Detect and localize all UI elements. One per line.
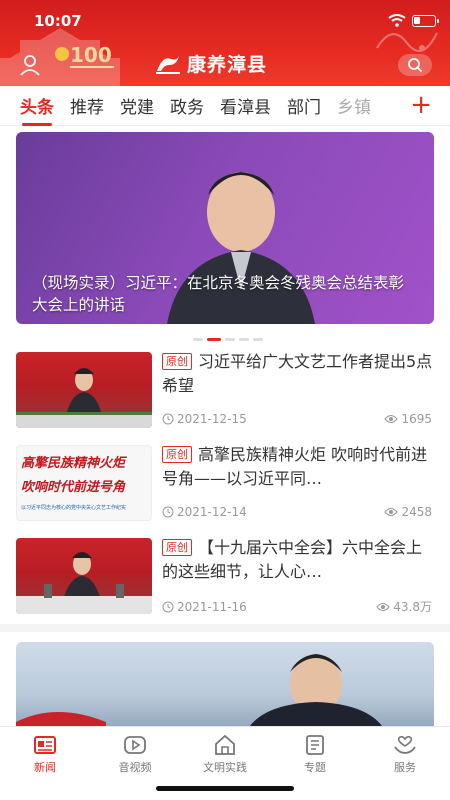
nav-label: 音视频 bbox=[118, 761, 152, 774]
news-date: 2021-12-15 bbox=[177, 412, 247, 426]
brand-logo-icon bbox=[156, 55, 180, 74]
video-banner-photo bbox=[16, 654, 386, 732]
user-icon[interactable] bbox=[18, 53, 42, 77]
news-date: 2021-11-16 bbox=[177, 599, 247, 614]
party-100-logo: 100 bbox=[55, 43, 114, 68]
search-icon bbox=[408, 58, 423, 73]
carousel-dot bbox=[225, 338, 235, 341]
carousel-dot bbox=[239, 338, 249, 341]
video-icon bbox=[124, 736, 146, 754]
news-item[interactable]: 原创 习近平给广大文艺工作者提出5点希望 2021-12-15 1695 bbox=[16, 352, 434, 430]
svg-text:100: 100 bbox=[70, 43, 112, 67]
nav-video[interactable]: 音视频 bbox=[105, 733, 165, 775]
status-time: 10:07 bbox=[34, 12, 82, 30]
headline-banner[interactable]: （现场实录）习近平：在北京冬奥会冬残奥会总结表彰大会上的讲话 bbox=[16, 132, 434, 324]
carousel-dot bbox=[193, 338, 203, 341]
nav-label: 新闻 bbox=[34, 761, 56, 774]
tab-recommend[interactable]: 推荐 bbox=[70, 93, 104, 118]
banner-caption: （现场实录）习近平：在北京冬奥会冬残奥会总结表彰大会上的讲话 bbox=[32, 274, 405, 314]
carousel-dot bbox=[253, 338, 263, 341]
original-badge: 原创 bbox=[162, 446, 192, 463]
news-item[interactable]: 高擎民族精神火炬 吹响时代前进号角 以习近平同志为核心的党中央关心文艺工作纪实 … bbox=[16, 445, 434, 523]
news-title: 习近平给广大文艺工作者提出5点希望 bbox=[162, 352, 433, 395]
service-icon bbox=[394, 735, 416, 754]
tab-department[interactable]: 部门 bbox=[287, 93, 321, 118]
tab-township[interactable]: 乡镇 bbox=[337, 93, 371, 118]
video-banner[interactable] bbox=[16, 642, 434, 732]
news-thumbnail bbox=[16, 538, 152, 614]
news-icon bbox=[34, 736, 56, 754]
tab-government[interactable]: 政务 bbox=[170, 93, 204, 118]
carousel-dot-active bbox=[207, 338, 221, 341]
nav-label: 服务 bbox=[394, 761, 416, 774]
thumb-text-line2: 吹响时代前进号角 bbox=[21, 480, 126, 495]
nav-label: 专题 bbox=[304, 761, 326, 774]
thumb-text-line1: 高擎民族精神火炬 bbox=[21, 456, 126, 471]
nav-civilization[interactable]: 文明实践 bbox=[195, 733, 255, 775]
nav-service[interactable]: 服务 bbox=[375, 733, 435, 775]
news-meta: 2021-11-16 43.8万 bbox=[162, 598, 432, 615]
original-badge: 原创 bbox=[162, 353, 192, 370]
eye-icon bbox=[384, 508, 399, 516]
civilization-icon bbox=[215, 734, 235, 755]
section-divider bbox=[0, 624, 450, 632]
news-thumbnail bbox=[16, 352, 152, 428]
wifi-icon bbox=[388, 14, 406, 27]
eye-icon bbox=[376, 602, 390, 611]
tab-see-zhangxian[interactable]: 看漳县 bbox=[220, 93, 271, 118]
nav-news[interactable]: 新闻 bbox=[15, 733, 75, 775]
tab-party-building[interactable]: 党建 bbox=[120, 93, 154, 118]
original-badge: 原创 bbox=[162, 539, 192, 556]
news-title: 高擎民族精神火炬 吹响时代前进号角——以习近平同… bbox=[162, 445, 428, 488]
add-channel-button[interactable]: + bbox=[410, 92, 432, 118]
home-indicator[interactable] bbox=[156, 786, 294, 791]
tabs-fade bbox=[376, 92, 406, 120]
clock-icon bbox=[162, 601, 174, 612]
nav-label: 文明实践 bbox=[203, 761, 247, 774]
topic-icon bbox=[306, 735, 324, 755]
news-item[interactable]: 原创 【十九届六中全会】六中全会上的这些细节，让人心… 2021-11-16 43… bbox=[16, 538, 434, 616]
clock-icon bbox=[162, 413, 174, 425]
news-meta: 2021-12-15 1695 bbox=[162, 412, 432, 426]
clock-icon bbox=[162, 506, 174, 518]
news-thumbnail: 高擎民族精神火炬 吹响时代前进号角 以习近平同志为核心的党中央关心文艺工作纪实 bbox=[16, 445, 152, 521]
news-date: 2021-12-14 bbox=[177, 505, 247, 519]
app-header: 10:07 100 康养漳县 bbox=[0, 0, 450, 86]
thumb-text-line3: 以习近平同志为核心的党中央关心文艺工作纪实 bbox=[21, 505, 127, 511]
news-meta: 2021-12-14 2458 bbox=[162, 505, 432, 519]
news-views: 1695 bbox=[401, 412, 432, 426]
news-title: 【十九届六中全会】六中全会上的这些细节，让人心… bbox=[162, 538, 423, 581]
search-button[interactable] bbox=[398, 54, 432, 76]
nav-topic[interactable]: 专题 bbox=[285, 733, 345, 775]
status-icons bbox=[388, 14, 439, 27]
carousel-indicator bbox=[193, 338, 263, 341]
app-title: 康养漳县 bbox=[187, 54, 268, 76]
tab-headline[interactable]: 头条 bbox=[20, 93, 54, 126]
eye-icon bbox=[384, 415, 399, 423]
brand: 康养漳县 bbox=[155, 50, 267, 77]
news-views: 2458 bbox=[401, 505, 432, 519]
news-views: 43.8万 bbox=[393, 600, 432, 614]
battery-icon bbox=[412, 14, 439, 27]
